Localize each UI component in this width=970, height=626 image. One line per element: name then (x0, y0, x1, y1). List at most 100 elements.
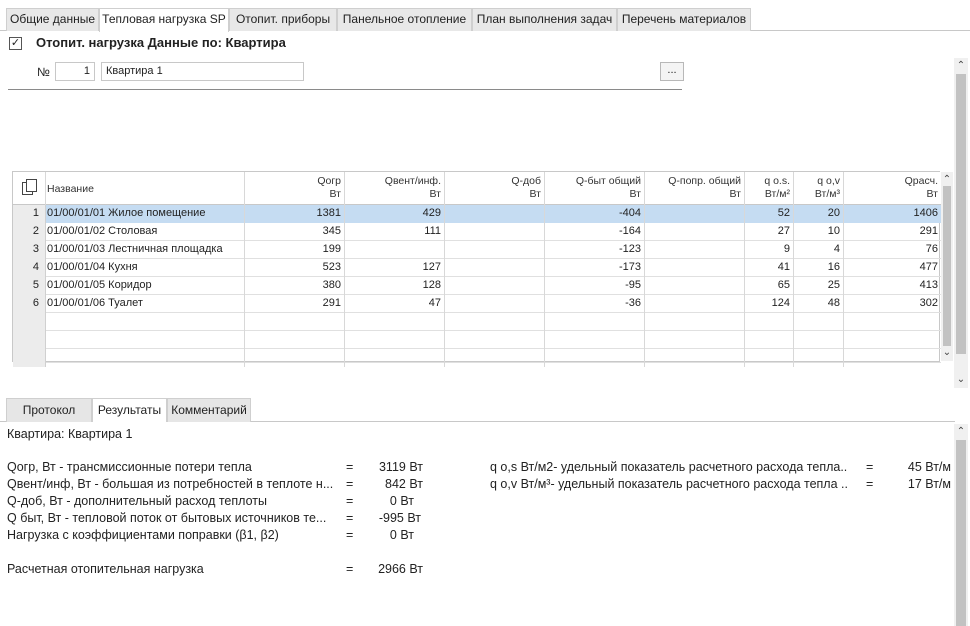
cell-qdob[interactable] (445, 259, 545, 277)
cell-qogr[interactable]: 345 (245, 223, 345, 241)
cell-qos[interactable]: 27 (745, 223, 794, 241)
cell-qras[interactable]: 1406 (844, 205, 941, 223)
col-header-qvent[interactable]: Qвент/инф. Вт (345, 172, 445, 205)
table-scrollbar-thumb[interactable] (943, 186, 951, 346)
tab-general-data[interactable]: Общие данные (6, 8, 99, 31)
col-header-qbyt[interactable]: Q-быт общий Вт (545, 172, 645, 205)
scroll-down-arrow-icon[interactable]: ⌄ (954, 374, 968, 386)
cell-qogr[interactable]: 380 (245, 277, 345, 295)
row-number[interactable]: 6 (13, 295, 46, 313)
cell-qov[interactable]: 16 (794, 259, 844, 277)
table-row[interactable]: 1 01/00/01/01 Жилое помещение 1381 429 -404 5… (13, 205, 941, 223)
cell-qras[interactable]: 477 (844, 259, 941, 277)
cell-qov[interactable]: 10 (794, 223, 844, 241)
cell-qbyt[interactable]: -36 (545, 295, 645, 313)
tab-results[interactable]: Результаты (92, 398, 167, 422)
col-header-qos[interactable]: q o.s. Вт/м² (745, 172, 794, 205)
table-row[interactable]: 3 01/00/01/03 Лестничная площадка 199 -123 9… (13, 241, 941, 259)
col-header-qogr[interactable]: Qогр Вт (245, 172, 345, 205)
cell-qpopr[interactable] (645, 223, 745, 241)
cell-name[interactable]: 01/00/01/04 Кухня (46, 259, 245, 277)
number-field[interactable]: 1 (55, 62, 95, 81)
cell-qogr[interactable]: 291 (245, 295, 345, 313)
cell-qvent[interactable] (345, 241, 445, 259)
cell-qvent[interactable]: 111 (345, 223, 445, 241)
cell-qpopr[interactable] (645, 295, 745, 313)
cell-qras[interactable]: 302 (844, 295, 941, 313)
col-header-name[interactable]: Название (46, 172, 245, 205)
tab-panel-heating[interactable]: Панельное отопление (337, 8, 472, 31)
section-checkbox[interactable]: ✓ (9, 37, 22, 50)
cell-qos[interactable]: 65 (745, 277, 794, 295)
table-scroll-down-icon[interactable]: ⌄ (941, 347, 953, 359)
cell-qbyt[interactable]: -123 (545, 241, 645, 259)
cell-qov[interactable]: 20 (794, 205, 844, 223)
cell-qvent[interactable]: 47 (345, 295, 445, 313)
cell-qdob[interactable] (445, 223, 545, 241)
tab-heat-load-sp[interactable]: Тепловая нагрузка SP (99, 8, 229, 32)
col-header-qras[interactable]: Qрасч. Вт (844, 172, 941, 205)
copy-rows-icon[interactable] (21, 178, 39, 196)
cell-qov[interactable]: 4 (794, 241, 844, 259)
row-number[interactable]: 4 (13, 259, 46, 277)
cell-qbyt[interactable]: -404 (545, 205, 645, 223)
cell-qos[interactable]: 41 (745, 259, 794, 277)
tab-materials-list[interactable]: Перечень материалов (617, 8, 751, 31)
col-header-qov[interactable]: q o,v Вт/м³ (794, 172, 844, 205)
row-number[interactable]: 3 (13, 241, 46, 259)
cell-qbyt[interactable]: -164 (545, 223, 645, 241)
tab-protocol[interactable]: Протокол (6, 398, 92, 422)
cell-qbyt[interactable]: -173 (545, 259, 645, 277)
results-scrollbar-thumb[interactable] (956, 440, 966, 626)
tab-task-plan[interactable]: План выполнения задач (472, 8, 617, 31)
cell-qpopr[interactable] (645, 259, 745, 277)
table-row[interactable]: 4 01/00/01/04 Кухня 523 127 -173 41 16 477 (13, 259, 941, 277)
cell-qos[interactable]: 52 (745, 205, 794, 223)
cell-qpopr[interactable] (645, 205, 745, 223)
cell-qogr[interactable]: 1381 (245, 205, 345, 223)
cell-qpopr[interactable] (645, 277, 745, 295)
apartment-name-field[interactable]: Квартира 1 (101, 62, 304, 81)
main-vertical-scrollbar[interactable]: ⌃ ⌄ (954, 58, 968, 388)
cell-name[interactable]: 01/00/01/05 Коридор (46, 277, 245, 295)
cell-qos[interactable]: 9 (745, 241, 794, 259)
table-row[interactable]: 6 01/00/01/06 Туалет 291 47 -36 124 48 302 (13, 295, 941, 313)
cell-qdob[interactable] (445, 295, 545, 313)
cell-qvent[interactable]: 128 (345, 277, 445, 295)
scrollbar-thumb[interactable] (956, 74, 966, 354)
cell-qogr[interactable]: 523 (245, 259, 345, 277)
cell-qvent[interactable]: 429 (345, 205, 445, 223)
cell-qov[interactable]: 25 (794, 277, 844, 295)
cell-qras[interactable]: 413 (844, 277, 941, 295)
cell-name[interactable]: 01/00/01/06 Туалет (46, 295, 245, 313)
cell-qov[interactable]: 48 (794, 295, 844, 313)
col-header-qdob[interactable]: Q-доб Вт (445, 172, 545, 205)
cell-name[interactable]: 01/00/01/01 Жилое помещение (46, 205, 245, 223)
cell-qras[interactable]: 291 (844, 223, 941, 241)
row-number[interactable]: 2 (13, 223, 46, 241)
table-row[interactable]: 2 01/00/01/02 Столовая 345 111 -164 27 10 291 (13, 223, 941, 241)
table-scroll-up-icon[interactable]: ⌃ (941, 174, 953, 186)
tab-heaters[interactable]: Отопит. приборы (229, 8, 337, 31)
cell-qos[interactable]: 124 (745, 295, 794, 313)
cell-qras[interactable]: 76 (844, 241, 941, 259)
table-row[interactable]: 5 01/00/01/05 Коридор 380 128 -95 65 25 413 (13, 277, 941, 295)
table-vertical-scrollbar[interactable]: ⌃ ⌄ (941, 172, 953, 361)
browse-button[interactable]: ... (660, 62, 684, 81)
cell-name[interactable]: 01/00/01/02 Столовая (46, 223, 245, 241)
row-number[interactable]: 5 (13, 277, 46, 295)
tab-comment[interactable]: Комментарий (167, 398, 251, 422)
cell-qogr[interactable]: 199 (245, 241, 345, 259)
row-number[interactable]: 1 (13, 205, 46, 223)
cell-qdob[interactable] (445, 241, 545, 259)
results-vertical-scrollbar[interactable]: ⌃ (954, 424, 968, 626)
cell-qbyt[interactable]: -95 (545, 277, 645, 295)
cell-qvent[interactable]: 127 (345, 259, 445, 277)
cell-qdob[interactable] (445, 205, 545, 223)
scroll-up-arrow-icon[interactable]: ⌃ (954, 60, 968, 72)
results-scroll-up-icon[interactable]: ⌃ (954, 426, 968, 438)
cell-name[interactable]: 01/00/01/03 Лестничная площадка (46, 241, 245, 259)
cell-qpopr[interactable] (645, 241, 745, 259)
cell-qdob[interactable] (445, 277, 545, 295)
col-header-qpopr[interactable]: Q-попр. общий Вт (645, 172, 745, 205)
